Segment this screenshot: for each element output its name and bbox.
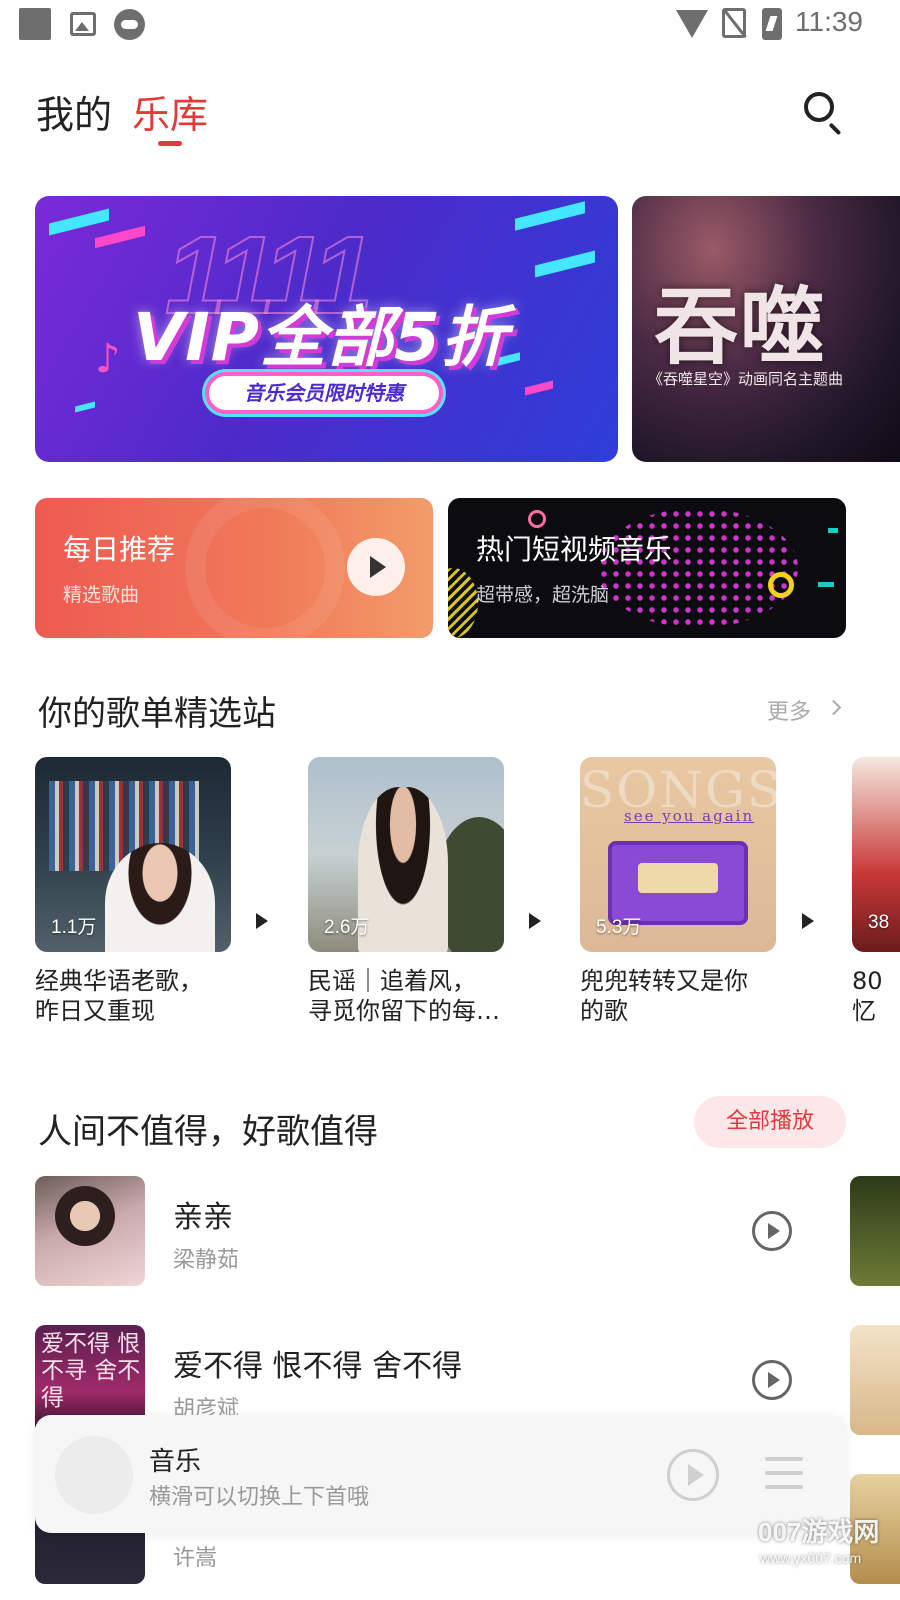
- banner-title: VIP全部5折: [133, 299, 508, 376]
- daily-recommend-card[interactable]: 每日推荐 精选歌曲: [35, 498, 433, 638]
- playlist-card[interactable]: 38 80 忆: [852, 757, 900, 1026]
- play-arrow-icon[interactable]: [256, 913, 268, 929]
- card-title: 热门短视频音乐: [476, 533, 673, 566]
- play-circle-icon[interactable]: [752, 1360, 792, 1400]
- song-row[interactable]: 亲亲 梁静茹: [0, 1176, 900, 1286]
- playlist-menu-icon[interactable]: [765, 1457, 803, 1491]
- decor-stripe: [535, 250, 595, 278]
- watermark: 007游戏网: [758, 1517, 880, 1547]
- decor-stripe: [95, 225, 145, 249]
- search-icon-handle: [828, 122, 842, 136]
- tab-mine[interactable]: 我的: [36, 84, 112, 139]
- play-circle-icon[interactable]: [752, 1211, 792, 1251]
- card-subtitle: 超带感，超洗脑: [476, 584, 610, 606]
- status-time: 11:39: [795, 6, 863, 37]
- hot-short-video-card[interactable]: 热门短视频音乐 超带感，超洗脑: [448, 498, 846, 638]
- cover-art: [358, 787, 448, 952]
- card-decor: [448, 568, 478, 638]
- card-decor: [828, 528, 838, 533]
- playlist-cover[interactable]: 2.6万: [308, 757, 504, 952]
- playlist-name-line: 昨日又重现: [35, 997, 155, 1025]
- playlist-name: 80 忆: [852, 966, 900, 1026]
- music-note-icon: ♪: [95, 336, 121, 382]
- playlist-name-line: 80: [852, 967, 883, 995]
- menu-line: [765, 1471, 803, 1475]
- song-title: 爱不得 恨不得 舍不得: [173, 1349, 463, 1384]
- decor-stripe: [525, 380, 553, 396]
- card-decor: [818, 582, 834, 587]
- playlist-card[interactable]: 2.6万 民谣｜追着风， 寻觅你留下的每一…: [308, 757, 508, 1026]
- cover-text: 爱不得 恨不寻 舍不得: [41, 1331, 141, 1411]
- playlist-name: 民谣｜追着风， 寻觅你留下的每一…: [308, 966, 508, 1026]
- playlist-name-line: 的歌: [580, 997, 628, 1025]
- search-button[interactable]: [800, 88, 846, 136]
- song-title: 亲亲: [173, 1200, 233, 1235]
- banner-pill: 音乐会员限时特惠: [205, 372, 443, 414]
- chevron-right-icon[interactable]: [825, 699, 842, 716]
- play-arrow-icon[interactable]: [802, 913, 814, 929]
- playlist-cover[interactable]: 1.1万: [35, 757, 231, 952]
- card-decor: [598, 508, 798, 628]
- tab-active-indicator: [158, 141, 182, 146]
- play-count: 1.1万: [51, 917, 97, 938]
- player-title: 音乐: [149, 1447, 202, 1477]
- play-arrow-icon[interactable]: [529, 913, 541, 929]
- mini-player[interactable]: 音乐 横滑可以切换上下首哦: [35, 1415, 846, 1533]
- playlist-name-line: 民谣｜追着风，: [308, 967, 476, 995]
- cloud-notification-icon: [114, 9, 145, 40]
- playlist-name-line: 寻觅你留下的每一…: [308, 997, 508, 1025]
- song-thumbnail[interactable]: [35, 1176, 145, 1286]
- wifi-icon: [676, 10, 708, 38]
- status-bar: 11:39: [0, 0, 900, 50]
- song-artist: 许嵩: [173, 1546, 218, 1571]
- banner-tunshi[interactable]: 吞噬 《吞噬星空》动画同名主题曲: [632, 196, 900, 462]
- image-notification-icon: [70, 12, 96, 36]
- album-disc[interactable]: [55, 1436, 133, 1514]
- playlist-card[interactable]: SONGS see you again 5.3万 兜兜转转又是你 的歌: [580, 757, 776, 1026]
- cover-art: [105, 843, 215, 952]
- section-title-songs: 人间不值得，好歌值得: [38, 1112, 378, 1152]
- menu-line: [765, 1485, 803, 1489]
- watermark-url: www.yx007.com: [760, 1550, 862, 1566]
- play-all-button[interactable]: 全部播放: [694, 1096, 846, 1148]
- decor-stripe: [49, 208, 109, 236]
- cover-subtext: see you again: [624, 807, 755, 825]
- next-column-thumbnail[interactable]: [850, 1325, 900, 1435]
- card-subtitle: 精选歌曲: [63, 584, 140, 606]
- card-decor: [185, 498, 345, 638]
- playlist-card[interactable]: 1.1万 经典华语老歌， 昨日又重现: [35, 757, 231, 1026]
- play-icon[interactable]: [667, 1449, 719, 1501]
- playlist-cover[interactable]: SONGS see you again 5.3万: [580, 757, 776, 952]
- decor-stripe: [75, 401, 95, 413]
- section-title-playlists: 你的歌单精选站: [38, 694, 276, 734]
- playlist-cover[interactable]: 38: [852, 757, 900, 952]
- search-icon: [804, 92, 834, 122]
- playlist-name-line: 经典华语老歌，: [35, 967, 203, 995]
- banner-subtitle: 《吞噬星空》动画同名主题曲: [648, 370, 844, 388]
- playlist-name-line: 忆: [852, 997, 876, 1025]
- card-title: 每日推荐: [63, 533, 176, 566]
- next-column-thumbnail[interactable]: [850, 1176, 900, 1286]
- play-count: 38: [868, 912, 890, 933]
- more-link[interactable]: 更多: [767, 694, 811, 726]
- banner-title: 吞噬: [654, 277, 827, 376]
- playlist-name: 经典华语老歌， 昨日又重现: [35, 966, 235, 1026]
- tab-library[interactable]: 乐库: [132, 84, 208, 139]
- player-subtitle: 横滑可以切换上下首哦: [149, 1485, 370, 1510]
- card-decor: [768, 572, 794, 598]
- banner-vip[interactable]: 1111 VIP全部5折 音乐会员限时特惠 ♪: [35, 196, 618, 462]
- playlist-name: 兜兜转转又是你 的歌: [580, 966, 780, 1026]
- notification-square-icon: [19, 8, 51, 40]
- play-icon[interactable]: [347, 538, 405, 596]
- play-count: 2.6万: [324, 917, 370, 938]
- playlist-name-line: 兜兜转转又是你: [580, 967, 748, 995]
- card-decor: [528, 510, 546, 528]
- battery-charging-icon: [762, 8, 782, 40]
- song-artist: 梁静茹: [173, 1248, 240, 1273]
- decor-stripe: [515, 201, 585, 231]
- no-sim-icon: [722, 8, 746, 38]
- menu-line: [765, 1457, 803, 1461]
- play-count: 5.3万: [596, 917, 642, 938]
